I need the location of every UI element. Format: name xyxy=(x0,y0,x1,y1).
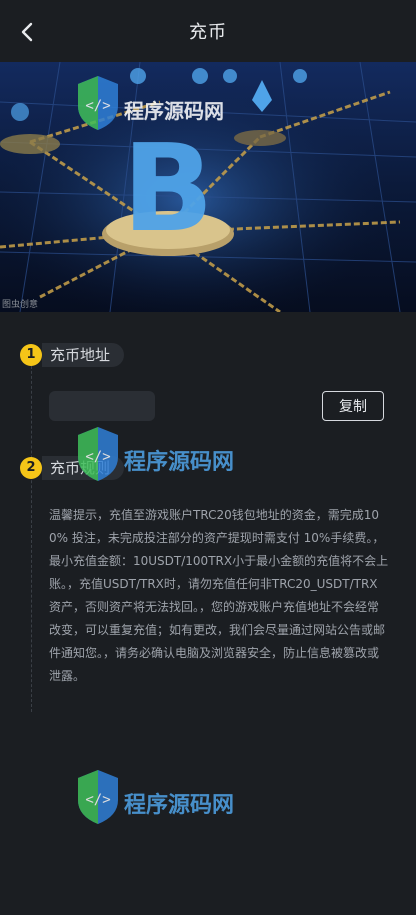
svg-text:</>: </> xyxy=(85,449,110,465)
watermark-logo: </> 程序源码网 xyxy=(74,768,254,842)
copy-button[interactable]: 复制 xyxy=(322,391,384,421)
deposit-rules-text: 温馨提示，充值至游戏账户TRC20钱包地址的资金，需完成100% 投注，未完成投… xyxy=(49,508,389,683)
code-shield-logo-icon: </> 程序源码网 xyxy=(78,427,234,481)
code-shield-logo-icon: </> 程序源码网 xyxy=(78,76,224,130)
timeline-line xyxy=(31,356,32,712)
svg-text:程序源码网: 程序源码网 xyxy=(124,449,234,475)
step-number-2: 2 xyxy=(20,457,42,479)
page-title: 充币 xyxy=(189,22,227,43)
code-shield-logo-icon: </> 程序源码网 xyxy=(78,770,234,824)
step-label-address: 充币地址 xyxy=(42,343,125,367)
svg-text:</>: </> xyxy=(85,98,110,114)
svg-text:</>: </> xyxy=(85,792,110,808)
svg-text:程序源码网: 程序源码网 xyxy=(124,792,234,818)
svg-text:B: B xyxy=(122,120,213,259)
watermark-logo: </> 程序源码网 xyxy=(74,425,254,499)
watermark-logo: </> 程序源码网 xyxy=(74,74,254,138)
step-number-1: 1 xyxy=(20,344,42,366)
svg-text:程序源码网: 程序源码网 xyxy=(124,99,224,123)
deposit-address-field[interactable] xyxy=(49,391,155,421)
header: 充币 xyxy=(0,0,416,62)
banner-caption: 图虫创意 xyxy=(2,300,39,310)
